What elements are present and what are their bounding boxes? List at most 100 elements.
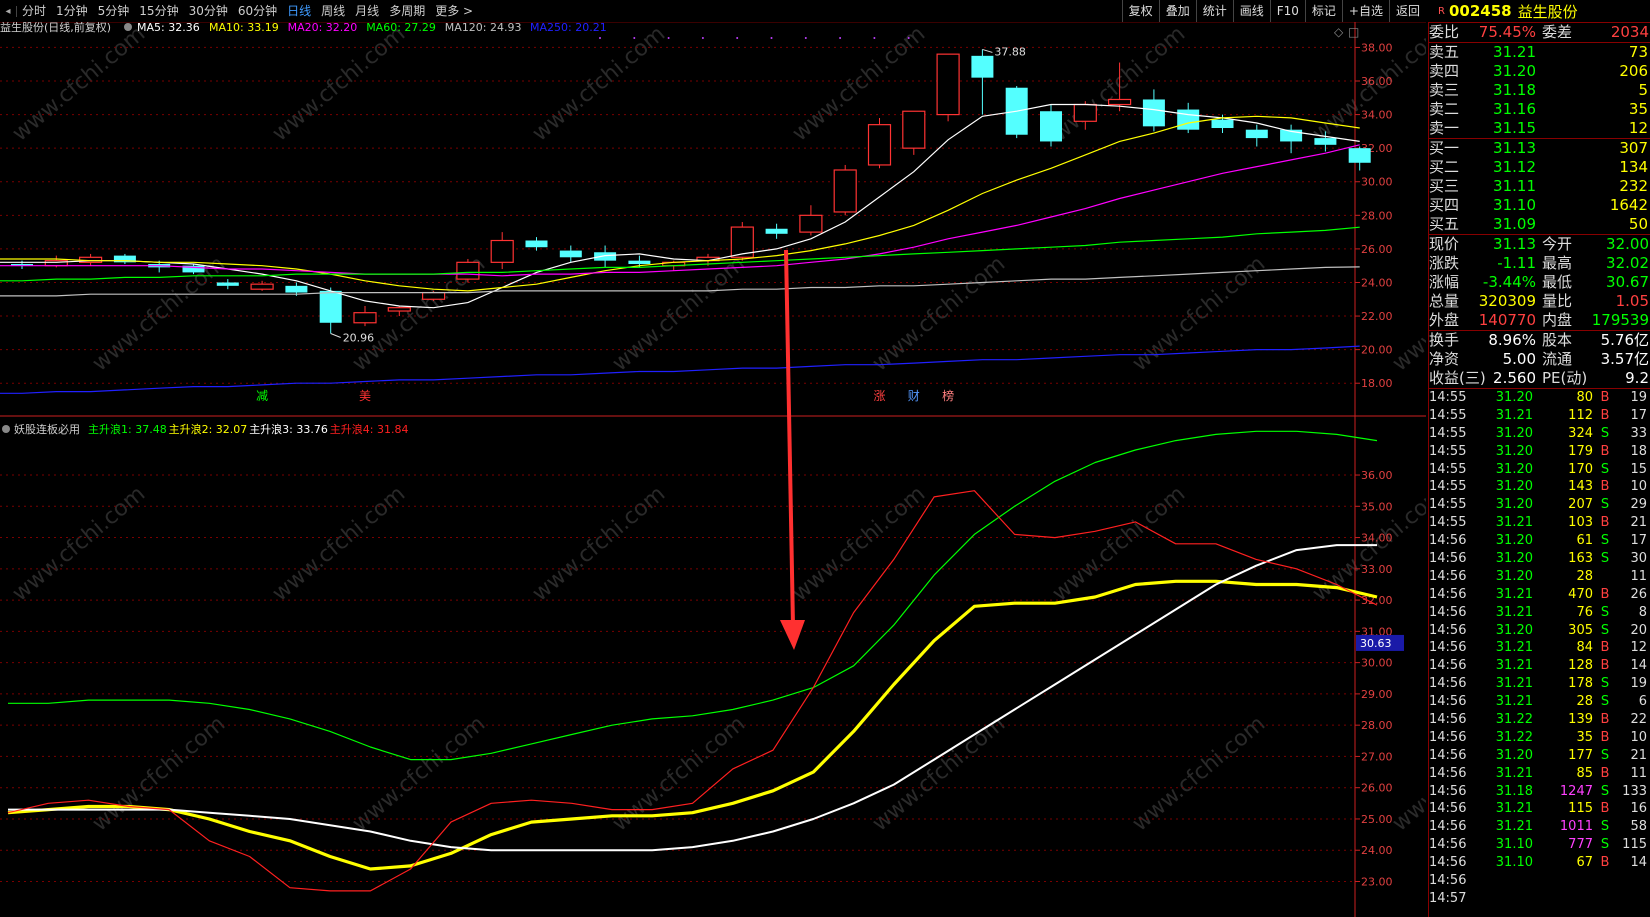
tick-row: 14:56 31.21 28 S 6 xyxy=(1429,693,1650,711)
stat-label: 外盘 xyxy=(1429,311,1460,329)
candle-body-up xyxy=(799,214,823,233)
stat-label: 现价 xyxy=(1429,235,1460,253)
candle xyxy=(1177,102,1200,134)
candle-body-down xyxy=(559,250,582,258)
stat-label: 量比 xyxy=(1542,292,1573,310)
period-tab[interactable]: 多周期 xyxy=(384,0,430,22)
tick-volume: 777 xyxy=(1568,837,1593,853)
event-marker: 减 xyxy=(256,389,268,403)
period-tab[interactable]: 60分钟 xyxy=(233,0,282,22)
candle xyxy=(902,110,926,155)
tick-time: 14:56 xyxy=(1429,873,1467,889)
period-tab[interactable]: 15分钟 xyxy=(134,0,183,22)
toolbar-button[interactable]: 叠加 xyxy=(1158,0,1196,22)
finance-label: 股本 xyxy=(1542,331,1573,349)
tick-side: B xyxy=(1600,658,1610,674)
tick-row: 14:56 31.21 178 S 19 xyxy=(1429,675,1650,693)
tick-row: 14:56 31.20 305 S 20 xyxy=(1429,622,1650,640)
period-tab[interactable]: 周线 xyxy=(316,0,350,22)
stat-label: 总量 xyxy=(1429,292,1460,310)
lower-legend-title: 妖股连板必用 xyxy=(14,422,80,436)
toolbar-button[interactable]: 统计 xyxy=(1195,0,1233,22)
period-tab[interactable]: 30分钟 xyxy=(184,0,233,22)
top-dot xyxy=(599,37,601,39)
candle xyxy=(867,117,892,169)
toolbar-right-buttons: 复权 叠加 统计 画线 F10 标记 +自选 返回 xyxy=(1121,0,1426,22)
tick-count: 26 xyxy=(1630,586,1647,602)
toolbar-button[interactable]: 返回 xyxy=(1388,0,1426,22)
candle-body-down xyxy=(1348,148,1371,163)
event-marker: 财 xyxy=(908,389,920,403)
stat-row: 涨跌 -1.11 最高 32.02 xyxy=(1429,254,1650,273)
kline-chart-area[interactable]: www.cfchi.com www.cfchi.com www.cfchi.com w… xyxy=(0,22,1426,917)
toolbar-button[interactable]: 复权 xyxy=(1121,0,1159,22)
period-tab[interactable]: 更多 > xyxy=(430,0,478,22)
tick-price: 31.10 xyxy=(1495,855,1533,871)
period-tab[interactable]: 月线 xyxy=(350,0,384,22)
toolbar-button[interactable]: F10 xyxy=(1269,0,1305,22)
candle-body-up xyxy=(422,291,446,300)
buy-row[interactable]: 买五 31.09 50 xyxy=(1429,215,1650,234)
tick-price: 31.20 xyxy=(1495,747,1533,763)
indicator-legend-item: 主升浪4: 31.84 xyxy=(330,422,409,436)
price-tick-label: 22.00 xyxy=(1361,310,1393,323)
period-tab[interactable]: 1分钟 xyxy=(51,0,93,22)
sell-row[interactable]: 卖二 31.16 35 xyxy=(1429,100,1650,119)
event-marker: 榜 xyxy=(942,388,954,403)
tick-side: B xyxy=(1600,712,1610,728)
candle xyxy=(765,223,788,239)
finance-value: 5.00 xyxy=(1502,350,1536,368)
candle xyxy=(1040,104,1062,147)
toolbar-button[interactable]: +自选 xyxy=(1341,0,1389,22)
finance-value: 5.76亿 xyxy=(1600,331,1649,349)
period-tab[interactable]: 分时 xyxy=(17,0,51,22)
period-tab[interactable]: 日线 xyxy=(282,0,316,22)
ma-legend-item: MA60: 27.29 xyxy=(366,22,436,34)
indicator-tick-label: 28.00 xyxy=(1361,719,1393,732)
tick-row: 14:55 31.20 179 B 18 xyxy=(1429,443,1650,461)
tick-price: 31.21 xyxy=(1495,676,1533,692)
tick-count: 8 xyxy=(1638,604,1647,620)
price-tick-label: 26.00 xyxy=(1361,243,1393,256)
tick-row: 14:56 31.21 1011 S 58 xyxy=(1429,818,1650,836)
toolbar-button[interactable]: 标记 xyxy=(1304,0,1342,22)
sell-row[interactable]: 卖四 31.20 206 xyxy=(1429,62,1650,81)
tick-side xyxy=(1593,890,1617,908)
indicator-tick-label: 34.00 xyxy=(1361,532,1393,545)
tick-time: 14:56 xyxy=(1429,640,1467,656)
tick-side: S xyxy=(1600,747,1610,763)
weibi-label: 委比 xyxy=(1429,23,1460,41)
legend-toggle-icon xyxy=(124,23,132,31)
toolbar-scroll-left-icon[interactable]: ◂ xyxy=(0,5,17,17)
event-marker: 涨 xyxy=(874,388,886,403)
tick-count xyxy=(1617,890,1647,908)
tick-count: 17 xyxy=(1630,407,1647,423)
period-tab[interactable]: 5分钟 xyxy=(93,0,135,22)
tick-time: 14:56 xyxy=(1429,551,1467,567)
stat-value: 1.05 xyxy=(1615,292,1649,310)
candle xyxy=(490,232,514,270)
buy-row[interactable]: 买一 31.13 307 xyxy=(1429,139,1650,158)
watermark-text: www.cfchi.com xyxy=(268,22,410,147)
toolbar-button[interactable]: 画线 xyxy=(1232,0,1270,22)
buy-row[interactable]: 买四 31.10 1642 xyxy=(1429,196,1650,215)
tick-side: S xyxy=(1600,425,1610,441)
tick-price: 31.22 xyxy=(1495,712,1533,728)
tick-volume: 115 xyxy=(1568,801,1593,817)
candle-body-up xyxy=(1107,98,1132,106)
sell-price: 31.18 xyxy=(1493,81,1536,99)
tick-list[interactable]: 14:55 31.20 80 B 19 14:55 31.21 112 B 17 14:55 31.2… xyxy=(1429,388,1650,908)
sell-row[interactable]: 卖五 31.21 73 xyxy=(1429,43,1650,62)
sell-row[interactable]: 卖三 31.18 5 xyxy=(1429,81,1650,100)
sell-row[interactable]: 卖一 31.15 12 xyxy=(1429,119,1650,138)
buy-row[interactable]: 买三 31.11 232 xyxy=(1429,177,1650,196)
buy-row[interactable]: 买二 31.12 134 xyxy=(1429,158,1650,177)
candle-body-down xyxy=(594,252,617,261)
candle-body-down xyxy=(1245,129,1268,139)
tick-row: 14:56 31.22 139 B 22 xyxy=(1429,711,1650,729)
weicha-label: 委差 xyxy=(1542,23,1573,41)
indicator-tick-label: 29.00 xyxy=(1361,688,1393,701)
watermark-text: www.cfchi.com xyxy=(1048,481,1190,606)
tick-count: 16 xyxy=(1630,801,1647,817)
lower-grid: 23.00 24.00 25.00 26.00 27.00 28.00 29.00 30.00… xyxy=(0,469,1404,888)
